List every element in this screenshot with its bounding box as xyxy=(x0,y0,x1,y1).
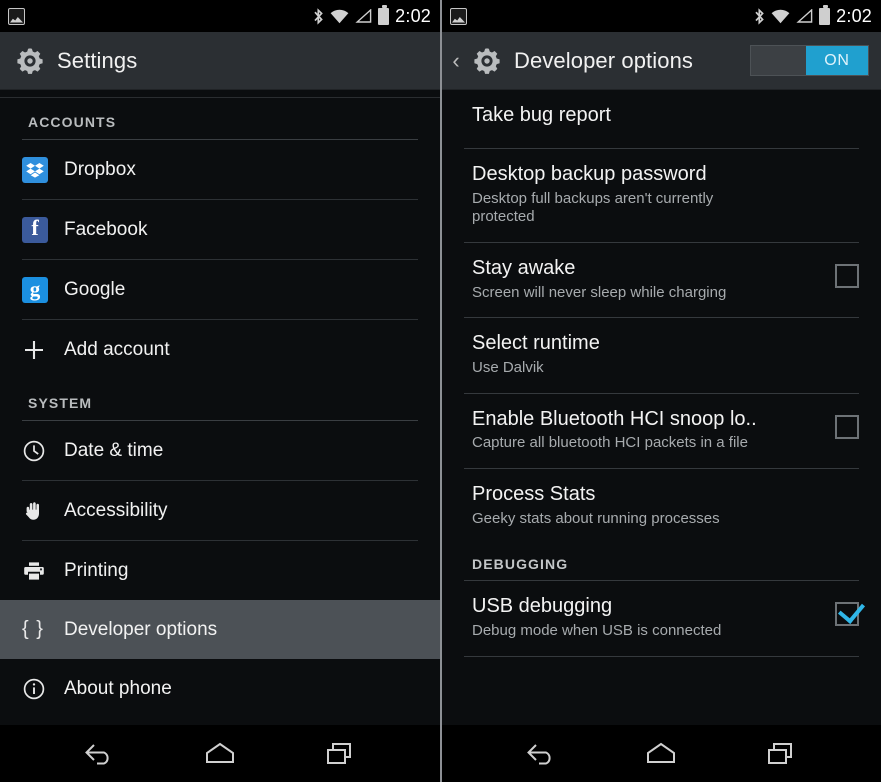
home-icon[interactable] xyxy=(195,737,245,771)
battery-icon xyxy=(378,5,390,25)
section-header-accounts: ACCOUNTS xyxy=(28,114,117,130)
list-item-title: Process Stats xyxy=(472,483,596,506)
list-item-title: Desktop backup password xyxy=(472,163,707,185)
back-icon[interactable] xyxy=(75,737,125,771)
status-bar-right: 2:02 xyxy=(442,0,881,32)
back-icon[interactable] xyxy=(517,737,567,771)
wifi-icon xyxy=(771,9,790,24)
list-item[interactable]: Select runtime Use Dalvik xyxy=(442,318,881,392)
sidebar-item-about-phone[interactable]: About phone xyxy=(0,659,440,718)
status-bar-clock: 2:02 xyxy=(395,5,431,26)
clipped-row-bottom xyxy=(442,657,881,683)
wifi-icon xyxy=(330,9,349,24)
list-item-subtitle: Screen will never sleep while charging xyxy=(472,283,727,301)
braces-icon: { } xyxy=(22,618,44,640)
section-header-debugging: DEBUGGING xyxy=(472,556,569,573)
sidebar-item-printing[interactable]: Printing xyxy=(0,541,440,600)
page-title: Settings xyxy=(57,47,138,73)
list-item-subtitle: Capture all bluetooth HCI packets in a f… xyxy=(472,434,748,452)
recents-icon[interactable] xyxy=(315,737,365,771)
sidebar-item-label: Add account xyxy=(64,338,170,360)
bluetooth-icon xyxy=(754,7,765,25)
list-item-title: Enable Bluetooth HCI snoop lo.. xyxy=(472,407,757,430)
clock-icon xyxy=(22,439,56,463)
printer-icon xyxy=(22,559,56,583)
sidebar-item-label: Google xyxy=(64,278,126,300)
section-header-system: SYSTEM xyxy=(28,395,93,411)
list-item-subtitle: Desktop full backups aren't currently pr… xyxy=(472,189,714,226)
cell-signal-icon xyxy=(796,8,813,23)
list-item-title: Take bug report xyxy=(472,104,611,126)
stay-awake-checkbox[interactable] xyxy=(835,264,859,289)
home-icon[interactable] xyxy=(636,737,686,771)
sidebar-item-accessibility[interactable]: Accessibility xyxy=(0,481,440,540)
action-bar-settings: Settings xyxy=(0,32,440,90)
list-item-title: Stay awake xyxy=(472,257,576,280)
list-item[interactable]: Enable Bluetooth HCI snoop lo.. Capture … xyxy=(442,394,881,468)
developer-options-list[interactable]: Take bug report Desktop backup password … xyxy=(442,90,881,725)
dual-screenshot: 2:02 Settings ACCOUNTS Dropbox f Faceboo… xyxy=(0,0,881,782)
battery-icon xyxy=(819,5,831,25)
sidebar-item-google[interactable]: g Google xyxy=(0,260,440,319)
usb-debugging-checkbox[interactable] xyxy=(835,602,859,627)
screenshot-icon xyxy=(450,7,467,25)
sidebar-item-developer-options[interactable]: { } Developer options xyxy=(0,600,440,659)
status-bar-left: 2:02 xyxy=(0,0,440,32)
sidebar-item-facebook[interactable]: f Facebook xyxy=(0,200,440,259)
list-item[interactable]: Take bug report xyxy=(442,90,881,148)
info-icon xyxy=(22,677,56,701)
nav-bar-right[interactable] xyxy=(442,725,881,782)
list-item[interactable]: USB debugging Debug mode when USB is con… xyxy=(442,581,881,655)
list-item-title: Select runtime xyxy=(472,332,600,355)
sidebar-item-label: Date & time xyxy=(64,439,164,461)
sidebar-item-add-account[interactable]: Add account xyxy=(0,320,440,379)
list-item[interactable]: Stay awake Screen will never sleep while… xyxy=(442,243,881,317)
clipped-row-top xyxy=(0,90,440,98)
screenshot-icon xyxy=(8,7,25,25)
sidebar-item-dropbox[interactable]: Dropbox xyxy=(0,140,440,199)
sidebar-item-label: Accessibility xyxy=(64,499,168,521)
list-item-subtitle: Use Dalvik xyxy=(472,359,544,377)
bluetooth-icon xyxy=(313,7,324,25)
right-phone-screen: 2:02 ‹ Developer options ON Take bug rep… xyxy=(442,0,881,782)
bluetooth-hci-snoop-checkbox[interactable] xyxy=(835,414,859,439)
list-item-title: USB debugging xyxy=(472,595,613,618)
sidebar-item-label: Dropbox xyxy=(64,158,136,180)
sidebar-item-label: Developer options xyxy=(64,618,218,640)
settings-list[interactable]: ACCOUNTS Dropbox f Facebook g Google Add… xyxy=(0,90,440,725)
list-item[interactable]: Process Stats Geeky stats about running … xyxy=(442,469,881,543)
dropbox-icon xyxy=(22,156,56,183)
sidebar-item-label: About phone xyxy=(64,677,172,699)
status-bar-clock: 2:02 xyxy=(836,5,872,26)
settings-gear-icon xyxy=(13,44,47,78)
plus-icon xyxy=(22,338,56,362)
list-item[interactable]: Desktop backup password Desktop full bac… xyxy=(442,149,881,242)
back-chevron-icon[interactable]: ‹ xyxy=(450,49,462,72)
settings-gear-icon xyxy=(470,44,504,78)
google-icon: g xyxy=(22,276,56,303)
action-bar-developer-options: ‹ Developer options ON xyxy=(442,32,881,90)
nav-bar-left[interactable] xyxy=(0,725,440,782)
hand-icon xyxy=(22,499,56,523)
developer-options-toggle[interactable]: ON xyxy=(750,45,869,76)
recents-icon[interactable] xyxy=(756,737,806,771)
list-item-subtitle: Geeky stats about running processes xyxy=(472,509,720,527)
cell-signal-icon xyxy=(355,8,372,23)
left-phone-screen: 2:02 Settings ACCOUNTS Dropbox f Faceboo… xyxy=(0,0,440,782)
page-title: Developer options xyxy=(514,47,694,73)
sidebar-item-date-time[interactable]: Date & time xyxy=(0,421,440,480)
list-item-subtitle: Debug mode when USB is connected xyxy=(472,622,722,640)
facebook-icon: f xyxy=(22,216,56,243)
sidebar-item-label: Printing xyxy=(64,559,129,581)
sidebar-item-label: Facebook xyxy=(64,218,148,240)
toggle-thumb-label: ON xyxy=(806,46,868,75)
